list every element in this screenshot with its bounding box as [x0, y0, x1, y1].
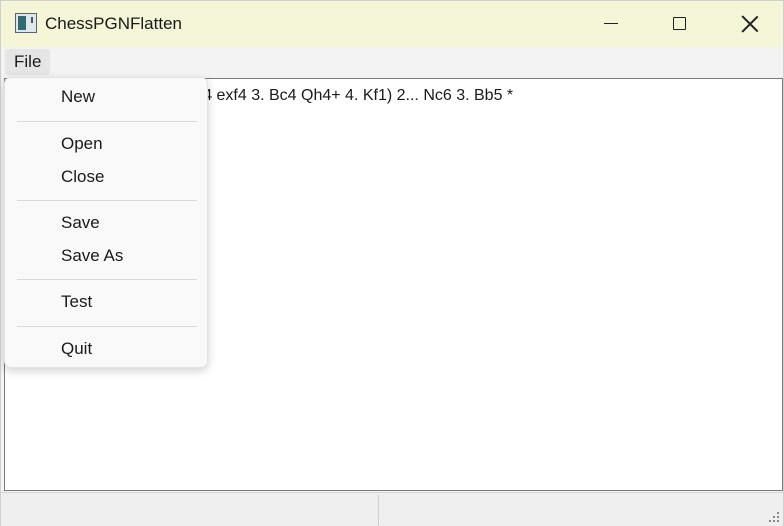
resize-grip-icon[interactable] [766, 509, 780, 523]
menu-separator [17, 326, 197, 327]
chess-app-icon [15, 13, 37, 33]
menu-item-open[interactable]: Open [61, 133, 103, 155]
app-window: ChessPGNFlatten File Nc3 Nf6) 1... e5 2.… [0, 0, 784, 526]
minimize-button[interactable] [581, 1, 641, 47]
maximize-icon [673, 17, 686, 30]
menu-item-quit[interactable]: Quit [61, 338, 92, 360]
menu-item-test[interactable]: Test [61, 291, 92, 313]
minimize-icon [604, 23, 618, 24]
app-icon-mark [31, 17, 33, 23]
maximize-button[interactable] [649, 1, 709, 47]
menu-separator [17, 121, 197, 122]
menu-separator [17, 279, 197, 280]
window-title: ChessPGNFlatten [45, 14, 182, 33]
menu-bar: File [1, 47, 783, 76]
close-icon [741, 15, 759, 33]
file-dropdown-menu: New Open Close Save Save As Test Quit [4, 77, 208, 368]
menu-item-close[interactable]: Close [61, 166, 104, 188]
menu-item-new[interactable]: New [61, 86, 95, 108]
menu-separator [17, 200, 197, 201]
status-bar [1, 492, 783, 526]
app-icon-pane [18, 16, 26, 30]
status-separator [378, 495, 379, 525]
title-bar[interactable]: ChessPGNFlatten [1, 1, 783, 47]
menu-item-save-as[interactable]: Save As [61, 245, 123, 267]
menu-item-save[interactable]: Save [61, 212, 100, 234]
file-menu-button[interactable]: File [5, 49, 51, 75]
close-button[interactable] [719, 1, 779, 47]
